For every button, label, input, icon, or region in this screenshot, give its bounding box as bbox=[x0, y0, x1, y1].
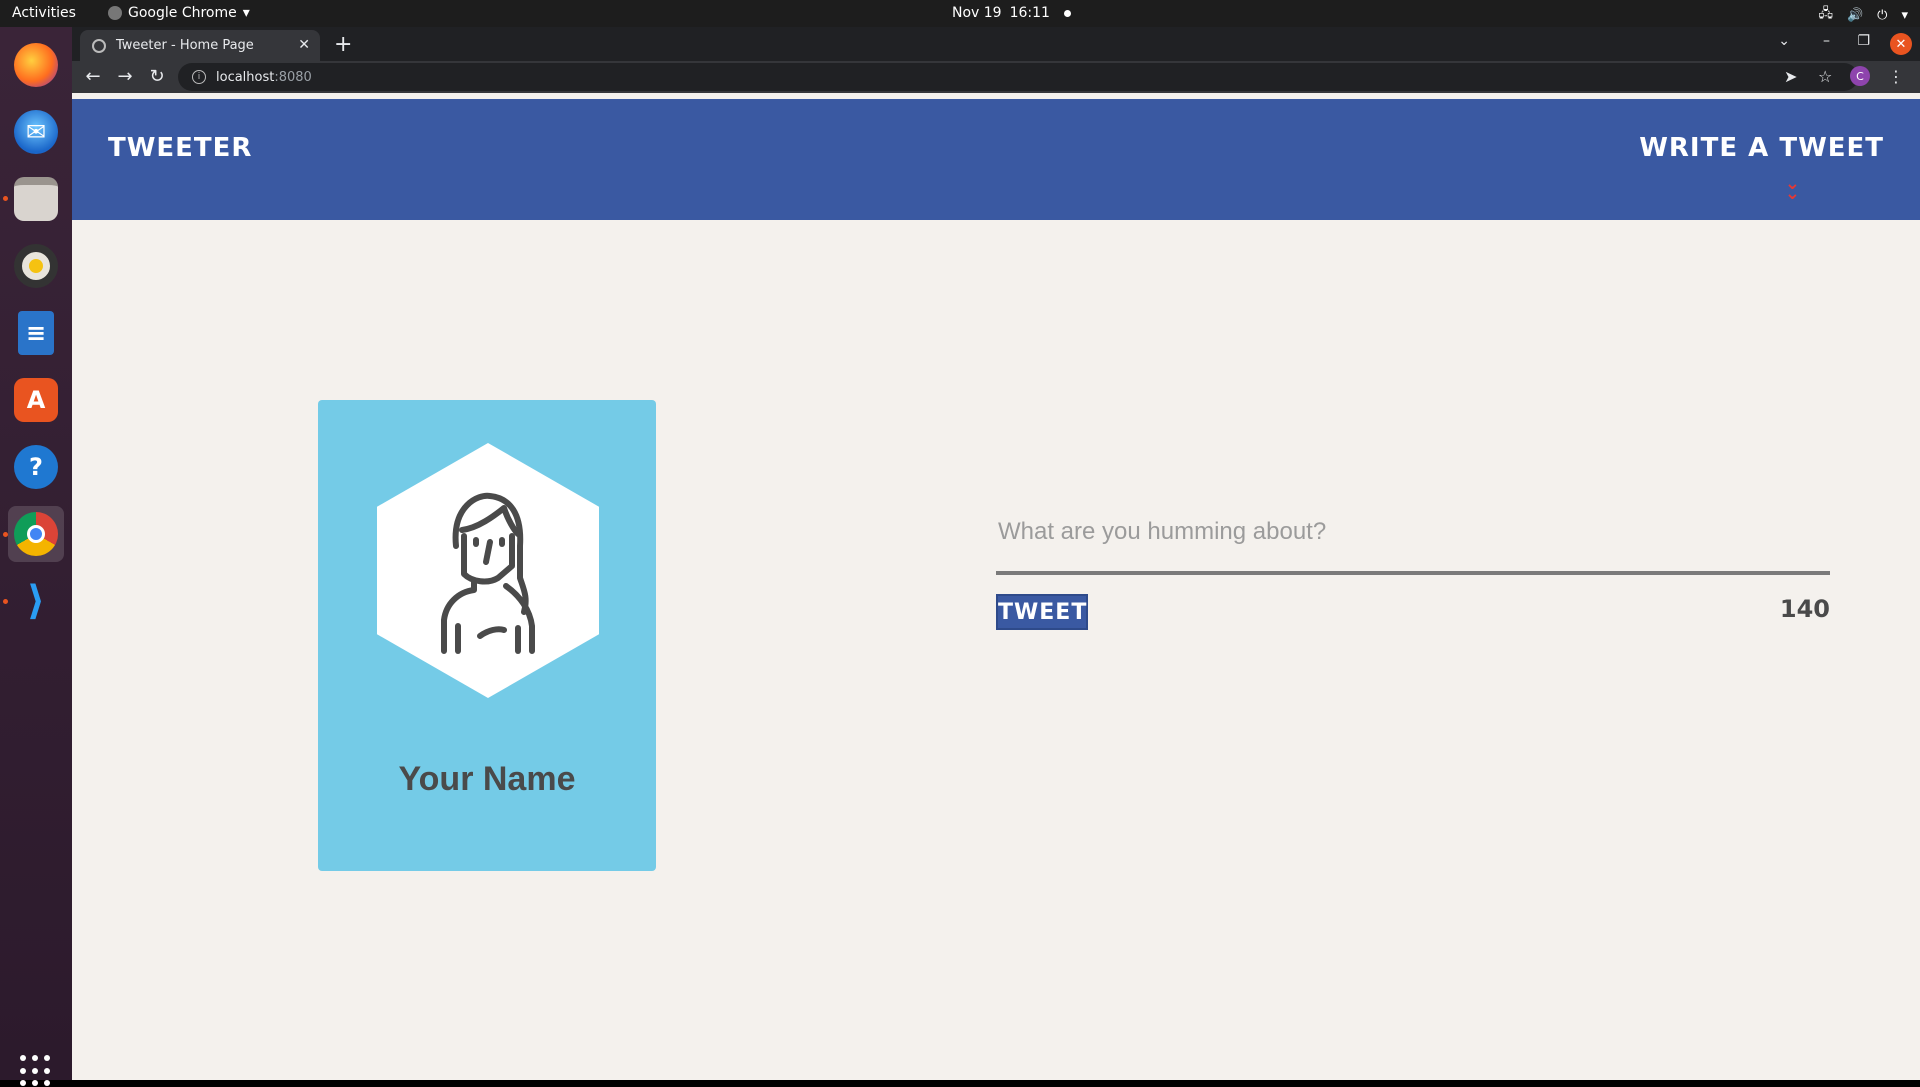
chrome-mini-icon bbox=[108, 6, 122, 20]
app-menu[interactable]: Google Chrome ▾ bbox=[108, 5, 250, 21]
restore-icon[interactable]: ❐ bbox=[1857, 33, 1870, 49]
site-header: Tweeter Write a Tweet ⌄ ⌄ bbox=[72, 99, 1920, 220]
chevron-down-icon: ▾ bbox=[242, 5, 250, 21]
clock-time: 16:11 bbox=[1009, 5, 1050, 21]
browser-window: Tweeter - Home Page ✕ + ⌄ – ❐ ✕ ← → ↻ i … bbox=[72, 27, 1920, 1080]
libreoffice-writer-icon: ≡ bbox=[18, 311, 54, 355]
reload-icon[interactable]: ↻ bbox=[146, 66, 168, 87]
page-viewport: Tweeter Write a Tweet ⌄ ⌄ bbox=[72, 99, 1920, 1080]
dock-files[interactable] bbox=[8, 171, 64, 227]
app-menu-label: Google Chrome bbox=[128, 5, 237, 21]
tweet-button[interactable]: Tweet bbox=[996, 594, 1088, 630]
activities-button[interactable]: Activities bbox=[12, 5, 76, 21]
files-icon bbox=[14, 177, 58, 221]
tab-tweeter-home[interactable]: Tweeter - Home Page ✕ bbox=[80, 30, 320, 61]
system-tray[interactable]: 🖧 🔊 ⏻ ▾ bbox=[1818, 4, 1908, 26]
new-tab-button[interactable]: + bbox=[334, 32, 352, 57]
brand-logo[interactable]: Tweeter bbox=[108, 133, 252, 163]
firefox-icon bbox=[14, 43, 58, 87]
browser-toolbar: ← → ↻ i localhost:8080 ➤ ☆ C ⋮ bbox=[72, 61, 1920, 93]
clock-date: Nov 19 bbox=[952, 5, 1002, 21]
avatar-hexagon bbox=[377, 443, 599, 698]
volume-icon: 🔊 bbox=[1846, 7, 1864, 23]
back-arrow-icon[interactable]: ← bbox=[82, 66, 104, 87]
dock-help[interactable]: ? bbox=[8, 439, 64, 495]
tweet-input[interactable] bbox=[996, 511, 1830, 575]
character-counter: 140 bbox=[1779, 595, 1830, 623]
clock[interactable]: Nov 19 16:11 bbox=[952, 5, 1071, 21]
write-tweet-link[interactable]: Write a Tweet bbox=[1639, 133, 1884, 163]
double-chevron-down-icon[interactable]: ⌄ ⌄ bbox=[1785, 175, 1800, 203]
power-icon: ⏻ bbox=[1877, 7, 1888, 23]
globe-icon bbox=[92, 38, 106, 53]
dock-chrome[interactable] bbox=[8, 506, 64, 562]
menu-kebab-icon[interactable]: ⋮ bbox=[1888, 67, 1904, 86]
url-port: :8080 bbox=[274, 69, 312, 85]
window-close-button[interactable]: ✕ bbox=[1890, 33, 1912, 55]
forward-arrow-icon[interactable]: → bbox=[114, 66, 136, 87]
system-top-bar: Activities Google Chrome ▾ Nov 19 16:11 … bbox=[0, 0, 1920, 27]
software-icon: A bbox=[14, 378, 58, 422]
profile-card: Your Name bbox=[318, 400, 656, 871]
profile-avatar[interactable]: C bbox=[1850, 66, 1870, 86]
tab-search-icon[interactable]: ⌄ bbox=[1778, 33, 1790, 49]
minimize-icon[interactable]: – bbox=[1823, 33, 1830, 49]
vscode-icon: ⟩ bbox=[26, 578, 46, 624]
dock-software[interactable]: A bbox=[8, 372, 64, 428]
dock-rhythmbox[interactable] bbox=[8, 238, 64, 294]
tab-strip: Tweeter - Home Page ✕ + ⌄ – ❐ ✕ bbox=[72, 27, 1920, 61]
bookmark-star-icon[interactable]: ☆ bbox=[1818, 67, 1832, 86]
chevron-down-icon: ▾ bbox=[1901, 7, 1908, 23]
dock: ✉ ≡ A ? ⟩ bbox=[0, 27, 72, 1087]
close-icon[interactable]: ✕ bbox=[298, 37, 310, 53]
rhythmbox-icon bbox=[14, 244, 58, 288]
url-host: localhost bbox=[216, 69, 275, 85]
help-icon: ? bbox=[14, 445, 58, 489]
chrome-icon bbox=[14, 512, 58, 556]
user-avatar-icon bbox=[441, 492, 535, 654]
show-applications-icon[interactable] bbox=[20, 1055, 52, 1087]
tab-title: Tweeter - Home Page bbox=[116, 38, 254, 53]
address-bar[interactable]: i localhost:8080 bbox=[178, 63, 1858, 91]
thunderbird-icon: ✉ bbox=[14, 110, 58, 154]
profile-name: Your Name bbox=[398, 760, 576, 798]
send-icon[interactable]: ➤ bbox=[1784, 67, 1797, 86]
site-info-icon[interactable]: i bbox=[192, 70, 206, 84]
notification-dot-icon bbox=[1063, 9, 1071, 17]
dock-writer[interactable]: ≡ bbox=[8, 305, 64, 361]
dock-vscode[interactable]: ⟩ bbox=[8, 573, 64, 629]
dock-firefox[interactable] bbox=[8, 37, 64, 93]
dock-thunderbird[interactable]: ✉ bbox=[8, 104, 64, 160]
network-icon: 🖧 bbox=[1818, 6, 1833, 21]
